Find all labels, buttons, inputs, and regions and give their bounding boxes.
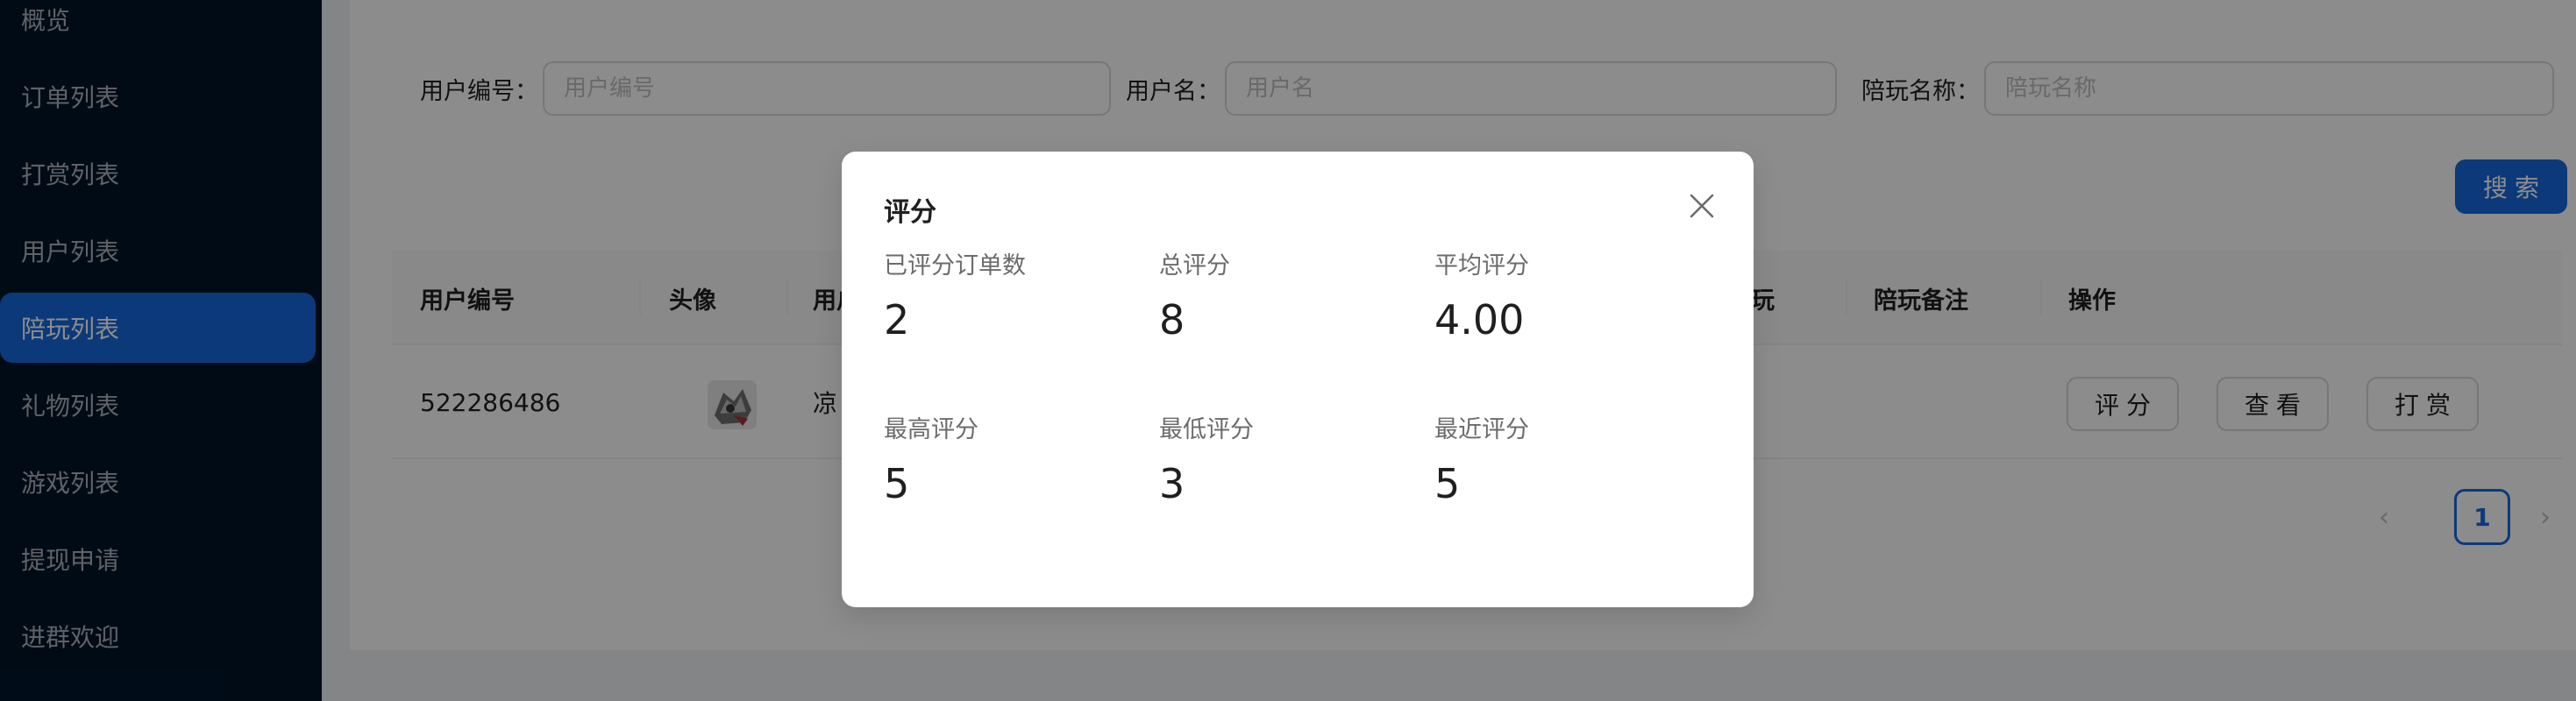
stat-max-score: 最高评分 5 (884, 410, 1147, 507)
stat-value: 3 (1159, 460, 1185, 507)
stat-value: 8 (1159, 296, 1185, 343)
stat-label: 最高评分 (884, 416, 978, 443)
close-icon[interactable] (1679, 183, 1725, 229)
stat-latest-score: 最近评分 5 (1434, 410, 1697, 507)
modal-title: 评分 (884, 197, 936, 228)
stat-total-score: 总评分 8 (1159, 246, 1422, 343)
stat-rated-orders: 已评分订单数 2 (884, 246, 1147, 343)
stat-value: 4.00 (1434, 296, 1525, 343)
stat-min-score: 最低评分 3 (1159, 410, 1422, 507)
stat-label: 已评分订单数 (884, 252, 1026, 280)
stat-value: 5 (1434, 460, 1461, 507)
stat-average-score: 平均评分 4.00 (1434, 246, 1697, 343)
stat-value: 5 (884, 460, 910, 507)
stat-label: 总评分 (1159, 252, 1230, 280)
stat-value: 2 (884, 296, 910, 343)
stat-label: 最近评分 (1434, 416, 1529, 443)
rating-modal: 评分 已评分订单数 2 总评分 8 平均评分 4.00 最高评分 5 最低评分 … (842, 152, 1754, 607)
stat-label: 最低评分 (1159, 416, 1254, 443)
stat-label: 平均评分 (1434, 252, 1529, 280)
